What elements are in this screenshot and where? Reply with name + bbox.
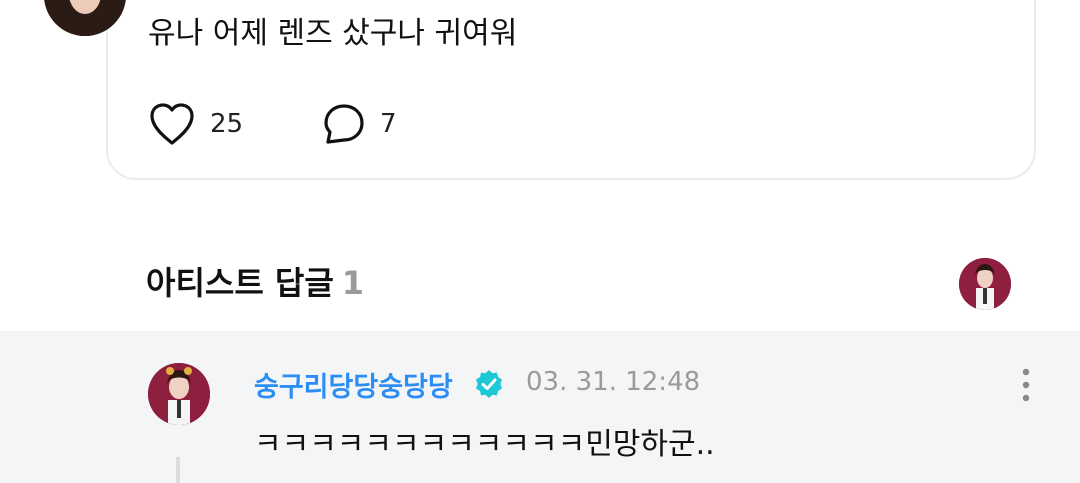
artist-reply-title: 아티스트 답글 bbox=[146, 264, 334, 302]
reply-author-name[interactable]: 숭구리당당숭당당 bbox=[254, 365, 453, 404]
comment-bubble-icon bbox=[324, 104, 364, 144]
post-text: 유나 어제 렌즈 샀구나 귀여워 bbox=[148, 16, 518, 51]
thread-line bbox=[176, 457, 180, 483]
heart-icon bbox=[150, 103, 194, 145]
comment-button[interactable]: 7 bbox=[322, 100, 397, 148]
reply-text: ㅋㅋㅋㅋㅋㅋㅋㅋㅋㅋㅋㅋ민망하군.. bbox=[254, 427, 715, 462]
reply-author-avatar[interactable] bbox=[148, 363, 210, 425]
artist-reply-count: 1 bbox=[341, 264, 365, 302]
comment-count: 7 bbox=[380, 109, 397, 139]
more-vertical-icon[interactable] bbox=[1012, 367, 1040, 403]
reply-timestamp: 03. 31. 12:48 bbox=[526, 367, 701, 397]
artist-reply-heading: 아티스트 답글 1 bbox=[146, 258, 364, 304]
verified-badge-icon bbox=[476, 370, 502, 398]
artist-reply: 숭구리당당숭당당 03. 31. 12:48 ㅋㅋㅋㅋㅋㅋㅋㅋㅋㅋㅋㅋ민망하군.… bbox=[0, 331, 1080, 483]
like-count: 25 bbox=[210, 109, 244, 139]
like-button[interactable]: 25 bbox=[148, 100, 243, 148]
artist-avatar-small[interactable] bbox=[959, 258, 1011, 310]
